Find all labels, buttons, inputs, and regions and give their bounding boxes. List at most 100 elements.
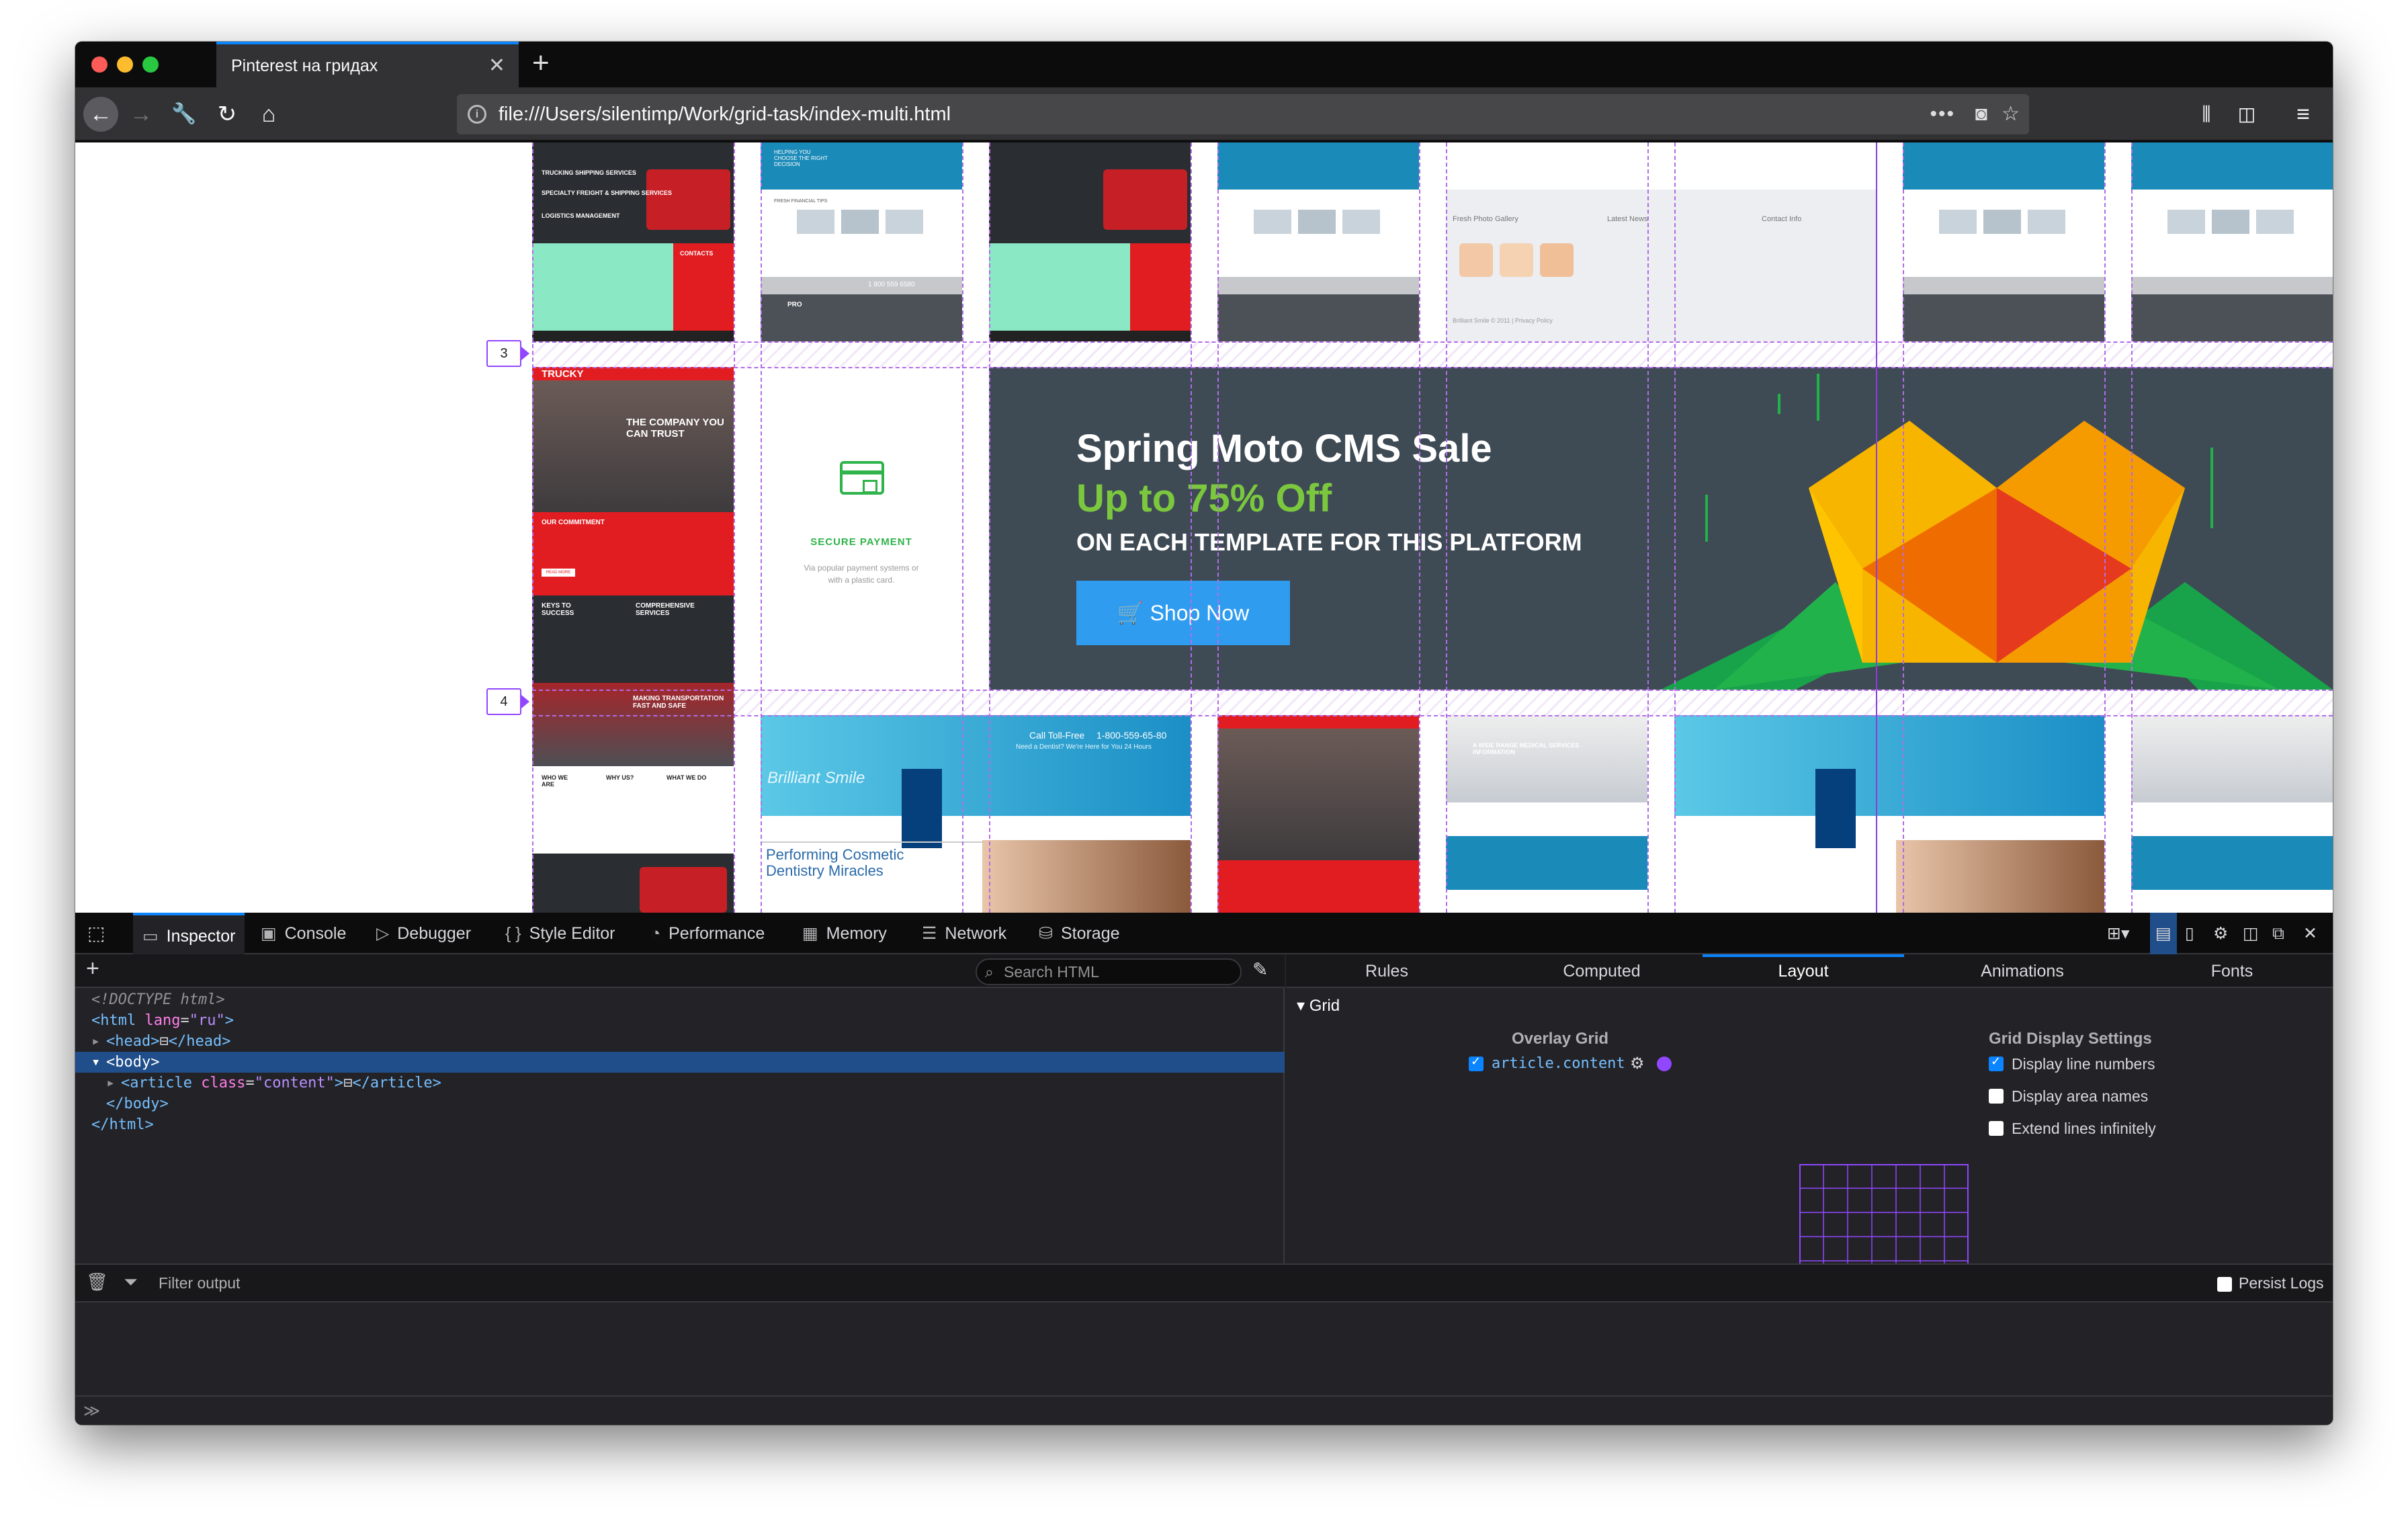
navigation-bar: ← → 🔧 ↻ ⌂ i file:///Users/silentimp/Work…: [75, 87, 2333, 141]
grid-row-gap: [532, 341, 2333, 367]
responsive-mode-icon[interactable]: ▯: [2185, 913, 2194, 954]
tab-storage[interactable]: ⛁ Storage: [1039, 913, 1120, 954]
body-node[interactable]: ▾ <body>: [75, 1052, 1285, 1073]
close-devtools-icon[interactable]: ✕: [2303, 913, 2317, 954]
frames-icon[interactable]: ▤: [2150, 913, 2177, 954]
tab-console[interactable]: ▣ Console: [261, 913, 346, 954]
grid-line: [532, 142, 533, 913]
tab-computed[interactable]: Computed: [1501, 954, 1703, 988]
pick-element-icon[interactable]: ⬚: [87, 913, 105, 954]
trucky-read-more[interactable]: READ MORE: [542, 569, 575, 577]
page-actions-icon[interactable]: •••: [1930, 94, 1955, 134]
secure-payment-desc: Via popular payment systems or with a pl…: [804, 563, 919, 585]
close-window-button[interactable]: [91, 56, 108, 73]
filter-output-input[interactable]: Filter output: [159, 1274, 240, 1292]
bookmark-star-icon[interactable]: ☆: [2002, 94, 2020, 134]
medical-tile-top-4[interactable]: [2131, 142, 2333, 341]
back-button[interactable]: ←: [83, 97, 118, 132]
forward-button[interactable]: →: [124, 97, 159, 132]
trucky-making: MAKING TRANSPORTATION FAST AND SAFE: [633, 695, 724, 710]
layout-options-icon[interactable]: ⊞▾: [2107, 913, 2130, 954]
shop-now-label: Shop Now: [1150, 601, 1250, 625]
medical-tile-bottom-1[interactable]: A WIDE RANGE MEDICAL SERVICES INFORMATIO…: [1446, 715, 1647, 913]
console-toolbar: 🗑 ⏷ Filter output Persist Logs: [75, 1265, 2333, 1302]
grid-line: [761, 142, 762, 913]
display-area-names-checkbox[interactable]: [1989, 1089, 2004, 1104]
display-area-names-label: Display area names: [2012, 1087, 2149, 1105]
info-icon[interactable]: i: [468, 105, 486, 124]
tab-layout[interactable]: Layout: [1703, 954, 1904, 988]
head-node[interactable]: ▸ <head>⊟</head>: [75, 1031, 1285, 1052]
doctype-node[interactable]: <!DOCTYPE html>: [75, 989, 1285, 1010]
url-bar[interactable]: i file:///Users/silentimp/Work/grid-task…: [457, 94, 2029, 134]
grid-line: [1217, 142, 1219, 913]
tab-inspector[interactable]: ▭ Inspector: [133, 913, 245, 954]
grid-line: [532, 715, 2333, 716]
tab-fonts[interactable]: Fonts: [2131, 954, 2333, 988]
dental-footer-tile[interactable]: Fresh Photo Gallery Latest News Contact …: [1446, 142, 1876, 341]
reload-button[interactable]: ↻: [210, 97, 245, 132]
dental-tile-1[interactable]: Brilliant Smile Call Toll-Free 1-800-559…: [761, 715, 1191, 913]
grid-line: [1446, 142, 1447, 913]
home-button[interactable]: ⌂: [251, 97, 286, 132]
grid-line: [1903, 142, 1904, 913]
console-input[interactable]: ≫: [75, 1395, 2333, 1425]
extend-lines-checkbox[interactable]: [1989, 1121, 2004, 1136]
tab-performance[interactable]: ◔ Performance: [650, 913, 765, 954]
grid-line: [1674, 142, 1676, 913]
trucky-tile-top-2[interactable]: [989, 142, 1191, 341]
sidebar-icon[interactable]: ◫: [2229, 97, 2264, 132]
trucky-tile-top[interactable]: TRUCKING SHIPPING SERVICES SPECIALTY FRE…: [532, 142, 734, 341]
display-line-numbers-checkbox[interactable]: [1989, 1054, 2004, 1071]
filter-icon[interactable]: ⏷: [124, 1272, 138, 1293]
persist-logs-checkbox[interactable]: [2217, 1277, 2232, 1292]
medical-tile-top-3[interactable]: [1903, 142, 2104, 341]
grid-color-swatch[interactable]: [1657, 1057, 1672, 1071]
banner-discount: Up to 75% Off: [1076, 477, 1332, 520]
body-close-node[interactable]: </body>: [75, 1093, 1285, 1114]
inspector-icon: ▭: [142, 927, 159, 946]
pocket-icon[interactable]: ◙: [1975, 94, 1987, 134]
grid-line: [989, 142, 990, 913]
trucky-tile-tall[interactable]: TRUCKY THE COMPANY YOU CAN TRUST OUR COM…: [532, 367, 734, 913]
eyedropper-icon[interactable]: ✎: [1252, 958, 1268, 981]
library-icon[interactable]: ⫼: [2189, 97, 2224, 132]
medical-tile-top-1[interactable]: HELPING YOU CHOOSE THE RIGHT DECISION FR…: [761, 142, 962, 341]
minimize-window-button[interactable]: [117, 56, 133, 73]
cart-icon: 🛒: [1117, 601, 1150, 625]
medical-tile-bottom-2[interactable]: [2131, 715, 2333, 913]
secure-payment-tile[interactable]: SECURE PAYMENT Via popular payment syste…: [761, 367, 962, 690]
medical-tile-top-2[interactable]: [1217, 142, 1419, 341]
tab-rules[interactable]: Rules: [1286, 954, 1488, 988]
tab-memory[interactable]: ▦ Memory: [802, 913, 887, 954]
secure-payment-title: SECURE PAYMENT: [810, 536, 912, 548]
dental-tile-2[interactable]: [1674, 715, 2104, 913]
dental-gallery: Fresh Photo Gallery: [1453, 215, 1518, 223]
shop-now-button[interactable]: 🛒 Shop Now: [1076, 581, 1290, 645]
add-node-icon[interactable]: +: [86, 956, 99, 982]
trucky-tile-bottom[interactable]: [1217, 715, 1419, 913]
browser-tab[interactable]: Pinterest на гридах ✕: [216, 42, 519, 87]
grid-display-settings-title: Grid Display Settings: [1989, 1030, 2152, 1048]
overlay-grid-checkbox[interactable]: [1469, 1054, 1484, 1071]
html-close-node[interactable]: </html>: [75, 1114, 1285, 1135]
zoom-window-button[interactable]: [142, 56, 159, 73]
menu-icon[interactable]: ≡: [2286, 97, 2321, 132]
tab-animations[interactable]: Animations: [1922, 954, 2123, 988]
dock-side-icon[interactable]: ◫: [2243, 913, 2259, 954]
customize-icon[interactable]: 🔧: [167, 97, 202, 132]
new-tab-button[interactable]: +: [532, 42, 550, 85]
tab-network[interactable]: ☰ Network: [922, 913, 1006, 954]
html-node[interactable]: <html lang="ru">: [75, 1010, 1285, 1031]
grid-section-toggle[interactable]: ▾ Grid: [1297, 996, 1340, 1016]
trucky-service2: SPECIALTY FREIGHT & SHIPPING SERVICES: [542, 190, 673, 196]
article-node[interactable]: ▸ <article class="content">⊟</article>: [75, 1073, 1285, 1093]
highlight-grid-icon[interactable]: ⚙: [1630, 1054, 1645, 1073]
tab-style-editor[interactable]: { } Style Editor: [505, 913, 615, 954]
tab-debugger[interactable]: ▷ Debugger: [376, 913, 471, 954]
trash-icon[interactable]: 🗑: [86, 1272, 108, 1292]
search-html-input[interactable]: ⌕ Search HTML: [976, 958, 1242, 985]
separate-window-icon[interactable]: ⧉: [2272, 913, 2284, 954]
settings-gear-icon[interactable]: ⚙: [2213, 913, 2228, 954]
close-tab-icon[interactable]: ✕: [488, 44, 505, 87]
